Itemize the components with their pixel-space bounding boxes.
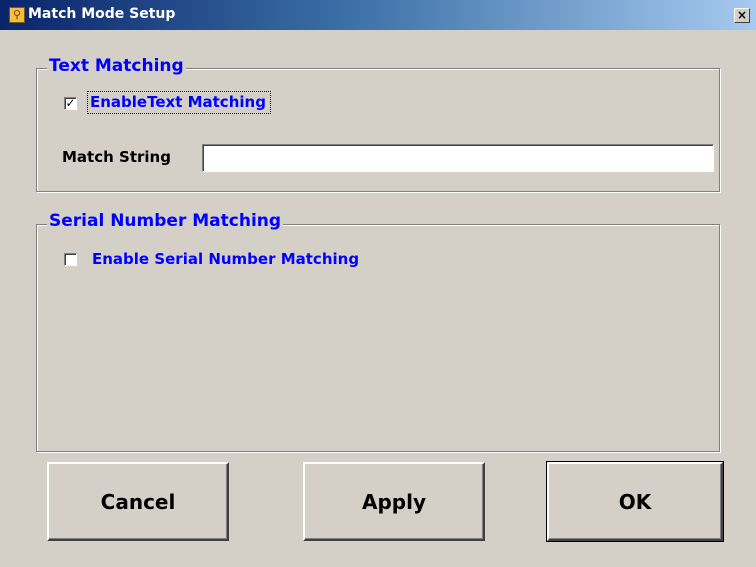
text-matching-group xyxy=(36,68,720,192)
close-button[interactable]: × xyxy=(734,8,750,23)
running-man-icon: ⚲ xyxy=(9,7,25,23)
ok-button[interactable]: OK xyxy=(546,461,724,542)
text-matching-group-label: Text Matching xyxy=(47,56,186,76)
match-string-input[interactable] xyxy=(202,144,714,172)
apply-button[interactable]: Apply xyxy=(303,462,485,541)
enable-serial-number-matching-label[interactable]: Enable Serial Number Matching xyxy=(92,250,359,268)
cancel-button[interactable]: Cancel xyxy=(47,462,229,541)
enable-serial-number-matching-checkbox[interactable] xyxy=(64,253,77,266)
match-string-label: Match String xyxy=(62,148,171,166)
serial-number-matching-group-label: Serial Number Matching xyxy=(47,211,284,231)
window-title: Match Mode Setup xyxy=(28,6,176,22)
match-mode-setup-dialog: ⚲ Match Mode Setup × Text Matching ✓ Ena… xyxy=(0,0,756,567)
enable-text-matching-label[interactable]: EnableText Matching xyxy=(87,91,271,114)
enable-text-matching-checkbox[interactable]: ✓ xyxy=(64,97,77,110)
title-bar[interactable]: ⚲ Match Mode Setup × xyxy=(0,0,756,30)
